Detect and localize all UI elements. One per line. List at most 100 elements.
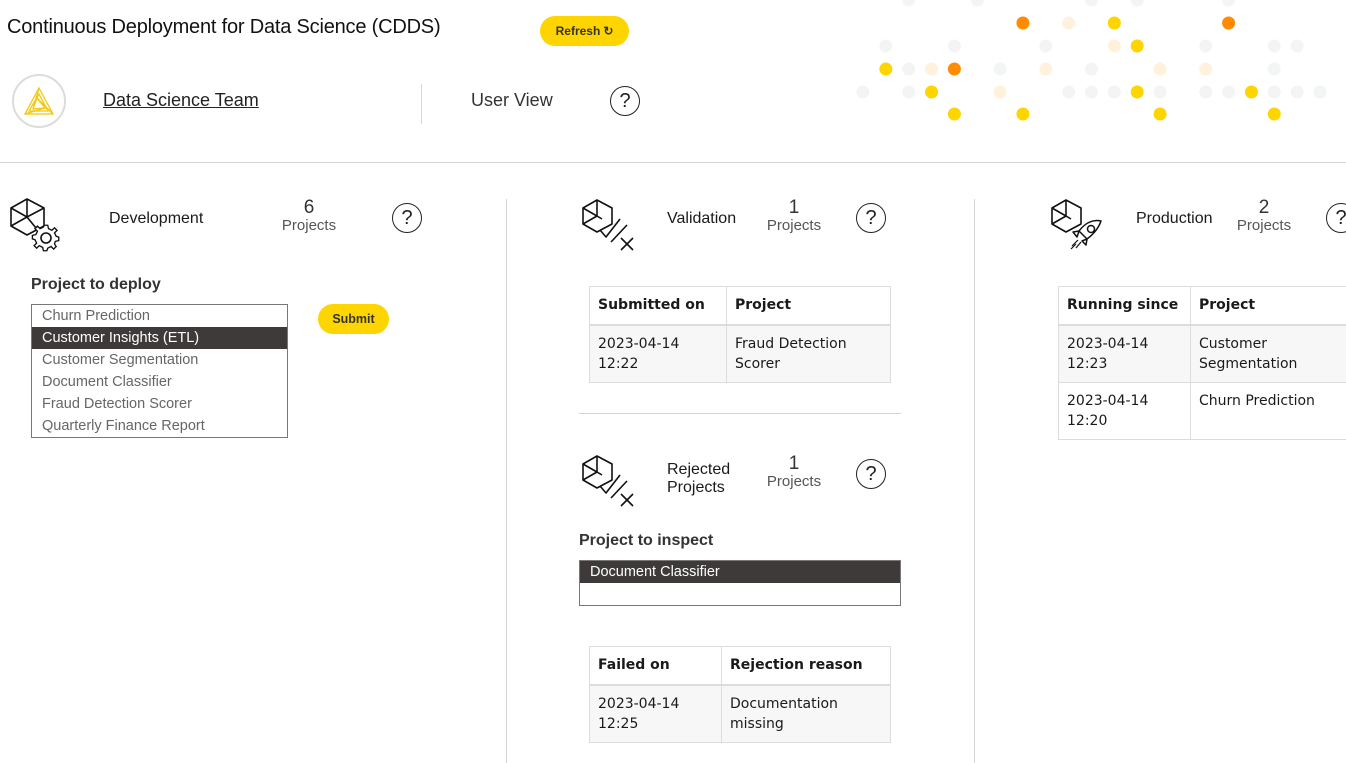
project-to-deploy-listbox[interactable]: Churn Prediction Customer Insights (ETL)… (31, 304, 288, 438)
count-number: 1 (788, 197, 800, 218)
refresh-label: Refresh (555, 24, 601, 38)
cube-rocket-icon (1051, 199, 1102, 250)
listbox-option[interactable]: Churn Prediction (32, 305, 287, 327)
count-number: 2 (1258, 197, 1270, 218)
decorative-dot (993, 85, 1007, 99)
decorative-dot (1153, 107, 1167, 121)
date: 2023-04-14 (1067, 392, 1149, 409)
decorative-dot (1267, 62, 1281, 76)
project-to-inspect-listbox[interactable]: Document Classifier (579, 560, 901, 606)
count-label: Projects (766, 217, 822, 234)
listbox-option[interactable]: Customer Segmentation (32, 349, 287, 371)
table-row: 2023-04-14 12:22 Fraud Detection Scorer (589, 324, 891, 383)
cube-check-cross-icon (582, 199, 634, 251)
decorative-dot (1039, 39, 1053, 53)
project-name: Fraud Detection (735, 335, 847, 352)
decorative-dot (1130, 85, 1144, 99)
count-number: 1 (788, 453, 800, 474)
help-icon[interactable]: ? (392, 203, 422, 233)
project-to-inspect-label: Project to inspect (579, 532, 714, 549)
decorative-dot (947, 62, 961, 76)
help-icon[interactable]: ? (1326, 203, 1346, 233)
team-logo (12, 74, 66, 128)
decorative-dot (925, 62, 939, 76)
decorative-dot (1107, 39, 1121, 53)
decorative-dot (1130, 0, 1144, 7)
header-divider-line (0, 162, 1346, 163)
column-header: Project (1190, 286, 1346, 326)
project-cell: Fraud Detection Scorer (726, 324, 891, 383)
production-count: 2 Projects (1234, 197, 1294, 235)
column-header: Failed on (589, 646, 722, 686)
decorative-dot (947, 39, 961, 53)
table-row: 2023-04-14 12:25 Documentation missing (589, 684, 891, 743)
rejection-reason-cell: Documentation missing (721, 684, 891, 743)
date: 2023-04-14 (598, 695, 680, 712)
decorative-dot (1267, 85, 1281, 99)
decorative-dot (1199, 39, 1213, 53)
column-divider (506, 199, 507, 763)
listbox-option[interactable]: Document Classifier (32, 371, 287, 393)
decorative-dot (1062, 85, 1076, 99)
section-divider (579, 413, 901, 414)
table-row: 2023-04-14 12:20 Churn Prediction (1058, 381, 1346, 440)
date: 2023-04-14 (1067, 335, 1149, 352)
decorative-dot (1290, 39, 1304, 53)
column-header: Running since (1058, 286, 1191, 326)
help-glyph: ? (1335, 206, 1346, 229)
development-count: 6 Projects (279, 197, 339, 235)
cube-gear-icon (10, 198, 60, 252)
rejected-count: 1 Projects (764, 453, 824, 491)
decorative-dot (856, 85, 870, 99)
listbox-option[interactable]: Fraud Detection Scorer (32, 393, 287, 415)
help-icon[interactable]: ? (856, 203, 886, 233)
validation-table: Submitted on Project 2023-04-14 12:22 Fra… (589, 286, 891, 383)
title-line: Rejected (667, 461, 731, 478)
reason: Documentation (730, 695, 838, 712)
decorative-dot (879, 39, 893, 53)
count-number: 6 (303, 197, 315, 218)
decorative-dot (1107, 16, 1121, 30)
decorative-dot (1062, 16, 1076, 30)
submit-button[interactable]: Submit (318, 304, 389, 334)
decorative-dot (1267, 107, 1281, 121)
listbox-option[interactable]: Quarterly Finance Report (32, 415, 287, 437)
column-header: Project (726, 286, 891, 326)
decorative-dot (1016, 16, 1030, 30)
decorative-dot (1085, 0, 1098, 7)
decorative-dot (902, 0, 916, 7)
decorative-dot (1222, 0, 1236, 7)
table-row: 2023-04-14 12:23 Customer Segmentation (1058, 324, 1346, 383)
stage-title-production: Production (1136, 210, 1213, 227)
help-glyph: ? (619, 89, 631, 112)
count-label: Projects (281, 217, 337, 234)
team-link[interactable]: Data Science Team (103, 90, 259, 111)
column-header: Submitted on (589, 286, 727, 326)
project-name: Customer (1199, 335, 1268, 352)
submitted-on-cell: 2023-04-14 12:22 (589, 324, 727, 383)
decorative-dot (993, 62, 1007, 76)
title-line: Projects (667, 479, 725, 496)
listbox-option-selected[interactable]: Customer Insights (ETL) (32, 327, 287, 349)
time: 12:22 (598, 355, 639, 372)
running-since-cell: 2023-04-14 12:23 (1058, 324, 1191, 383)
decorative-dot (902, 85, 916, 99)
time: 12:20 (1067, 412, 1108, 429)
project-cell: Customer Segmentation (1190, 324, 1346, 383)
help-icon[interactable]: ? (610, 86, 640, 116)
decorative-dot (970, 0, 984, 7)
stage-title-development: Development (109, 210, 204, 227)
help-glyph: ? (401, 206, 413, 229)
count-label: Projects (1236, 217, 1292, 234)
time: 12:23 (1067, 355, 1108, 372)
refresh-button[interactable]: Refresh ↻ (540, 16, 629, 46)
decorative-dot (1107, 85, 1121, 99)
listbox-option-selected[interactable]: Document Classifier (580, 561, 900, 583)
project-name: Segmentation (1199, 355, 1298, 372)
decorative-dot (947, 107, 961, 121)
project-name: Scorer (735, 355, 780, 372)
help-icon[interactable]: ? (856, 459, 886, 489)
help-glyph: ? (865, 206, 877, 229)
failed-on-cell: 2023-04-14 12:25 (589, 684, 722, 743)
decorative-dot (1039, 62, 1053, 76)
